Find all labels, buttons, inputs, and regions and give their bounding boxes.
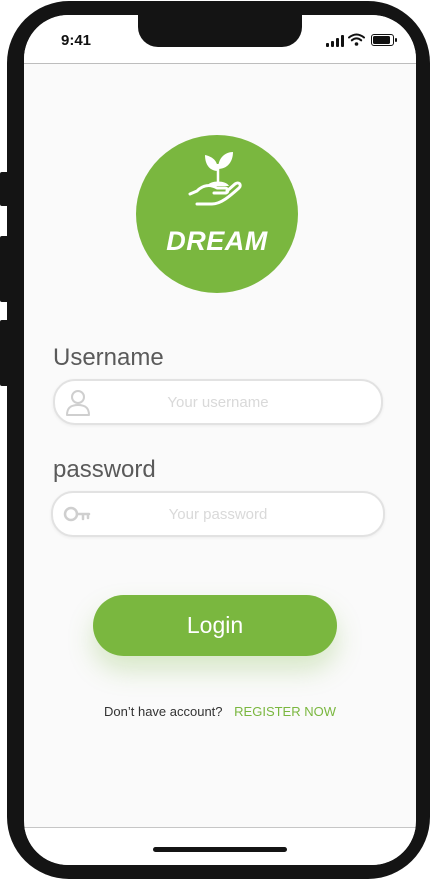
volume-down-button xyxy=(0,320,7,386)
home-indicator xyxy=(153,847,287,852)
signal-icon xyxy=(326,35,344,47)
status-time: 9:41 xyxy=(61,32,92,49)
status-bar: 9:41 xyxy=(24,15,416,64)
username-placeholder: Your username xyxy=(167,394,269,411)
register-now-link[interactable]: REGISTER NOW xyxy=(234,704,336,719)
notch xyxy=(138,15,302,47)
app-screen: 9:41 DREAM Username Your username passwo… xyxy=(24,15,416,865)
register-row: Don’t have account? REGISTER NOW xyxy=(24,704,416,719)
password-placeholder: Your password xyxy=(168,506,268,523)
password-label: password xyxy=(53,456,156,483)
dream-logo: DREAM xyxy=(136,135,298,293)
login-button[interactable]: Login xyxy=(93,595,337,656)
battery-icon xyxy=(371,34,397,46)
username-input[interactable]: Your username xyxy=(53,379,383,425)
volume-up-button xyxy=(0,236,7,302)
password-input[interactable]: Your password xyxy=(51,491,385,537)
register-question: Don’t have account? xyxy=(104,704,223,719)
plant-in-hand-icon xyxy=(188,152,242,206)
username-label: Username xyxy=(53,344,164,371)
wifi-icon xyxy=(348,33,365,46)
mute-switch xyxy=(0,172,7,206)
top-divider xyxy=(24,63,416,64)
logo-text: DREAM xyxy=(166,226,268,256)
